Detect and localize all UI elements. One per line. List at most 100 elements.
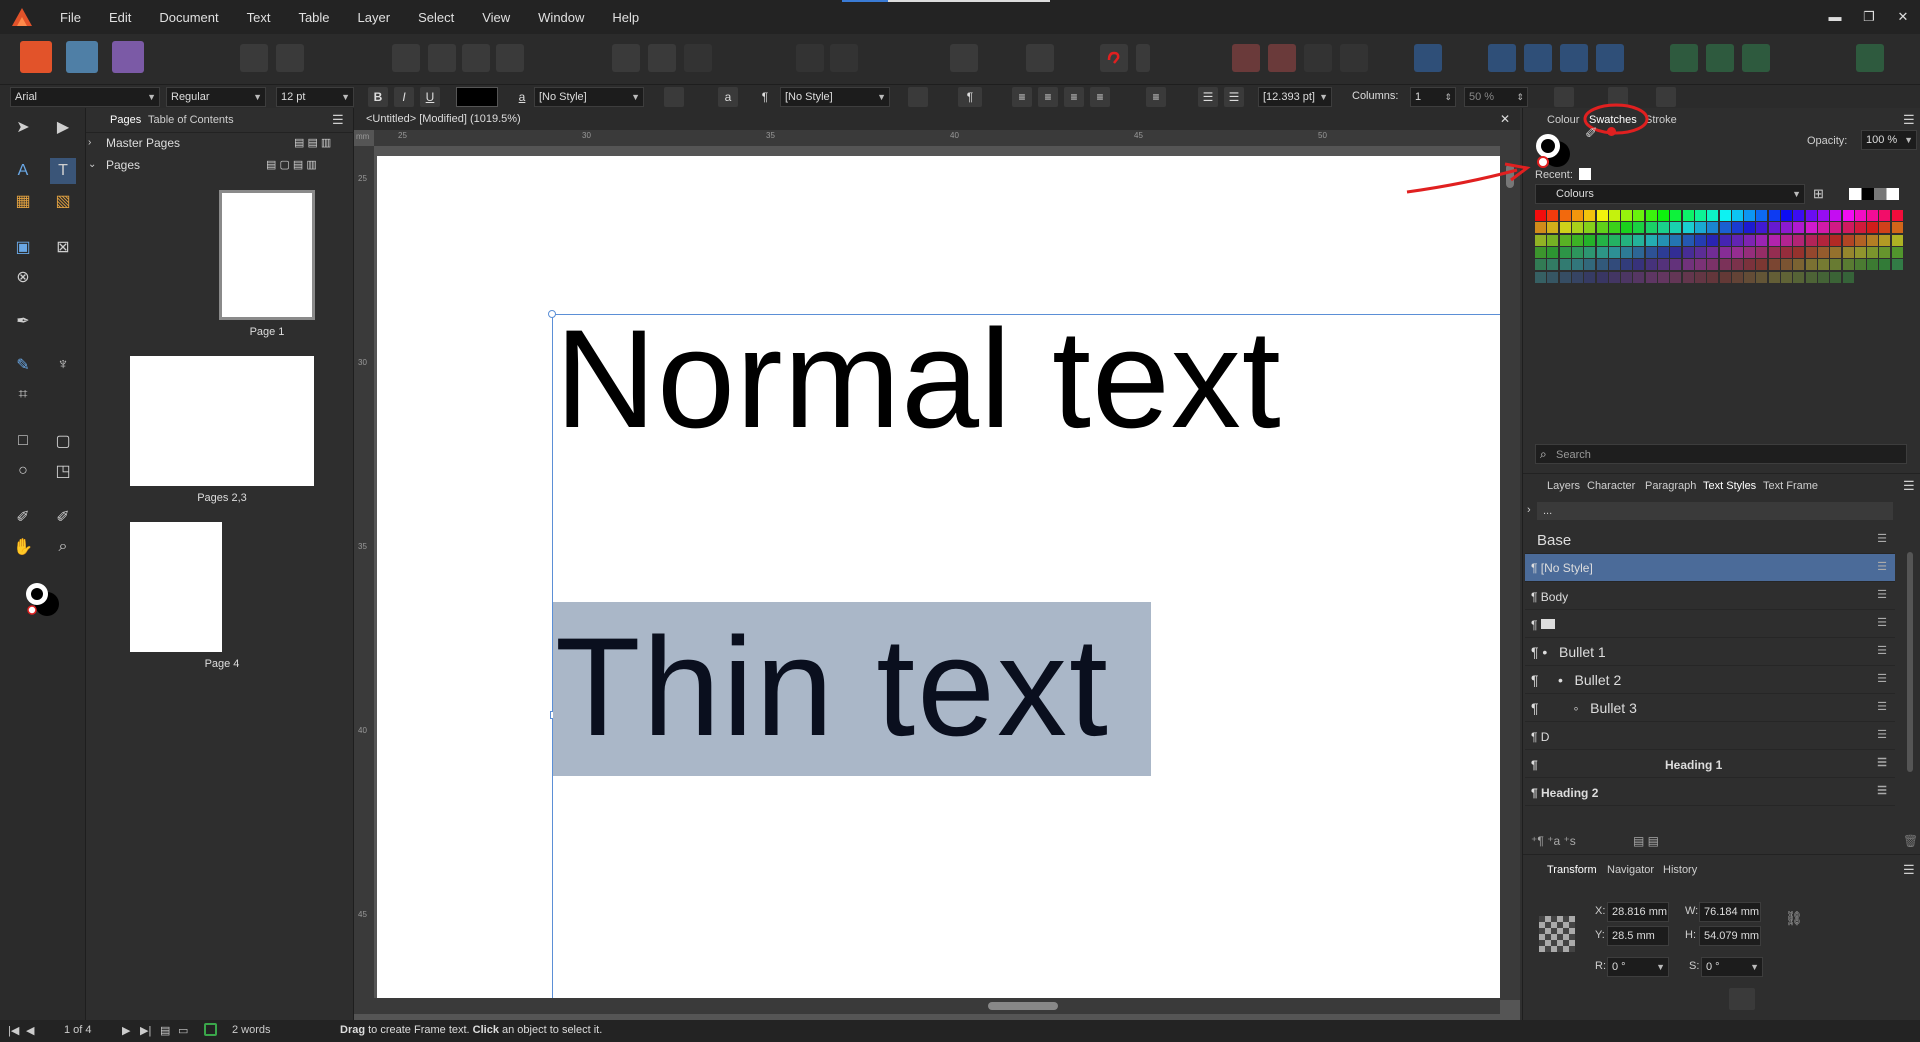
horizontal-scroll-thumb[interactable] <box>988 1002 1058 1010</box>
swatch[interactable] <box>1817 234 1829 246</box>
close-window-button[interactable]: ✕ <box>1886 0 1920 34</box>
snap-guides-icon[interactable] <box>462 44 490 72</box>
swatch[interactable] <box>1781 234 1792 246</box>
swatch[interactable] <box>1793 210 1805 221</box>
menu-window[interactable]: Window <box>524 10 598 25</box>
gutter-input[interactable]: 50 % ⇕ <box>1464 87 1528 107</box>
swatch[interactable] <box>1682 234 1694 246</box>
rotation-input[interactable]: 0 ° ▼ <box>1607 957 1669 977</box>
menu-table[interactable]: Table <box>284 10 343 25</box>
swatch[interactable] <box>1608 234 1620 246</box>
align-right-icon[interactable]: ≡ <box>1064 87 1084 107</box>
quick-swatches[interactable] <box>1849 188 1899 200</box>
swatch[interactable] <box>1584 259 1596 271</box>
swatch[interactable] <box>1817 246 1829 258</box>
tab-layers[interactable]: Layers <box>1547 480 1580 492</box>
swatch[interactable] <box>1842 246 1854 258</box>
swatch[interactable] <box>1559 234 1571 246</box>
bleed-icon[interactable] <box>684 44 712 72</box>
swatch[interactable] <box>1535 271 1546 283</box>
fill-tool-icon[interactable]: ✎ <box>10 352 36 378</box>
swatch[interactable] <box>1744 259 1756 271</box>
boolean-subtract-icon[interactable] <box>1706 44 1734 72</box>
picture-frame-tool-icon[interactable]: ▣ <box>10 234 36 260</box>
next-page-icon[interactable]: ▶ <box>122 1024 130 1037</box>
swatch[interactable] <box>1756 210 1768 221</box>
swatch[interactable] <box>1547 246 1559 258</box>
swatch[interactable] <box>1682 246 1694 258</box>
font-family-select[interactable]: Arial ▼ <box>10 87 160 107</box>
close-document-icon[interactable]: ✕ <box>1500 108 1510 130</box>
swatch[interactable] <box>1781 210 1792 221</box>
swatch[interactable] <box>1781 246 1792 258</box>
swatch[interactable] <box>1867 234 1879 246</box>
swatch[interactable] <box>1596 246 1608 258</box>
swatch[interactable] <box>1830 271 1842 283</box>
underline-button[interactable]: U <box>420 87 440 107</box>
swatch[interactable] <box>1830 259 1842 271</box>
swatch[interactable] <box>1707 210 1719 221</box>
swatch[interactable] <box>1694 271 1706 283</box>
swatch[interactable] <box>1584 246 1596 258</box>
swatch[interactable] <box>1658 234 1669 246</box>
menu-text[interactable]: Text <box>233 10 285 25</box>
arrange-forward-icon[interactable] <box>1304 44 1332 72</box>
menu-layer[interactable]: Layer <box>344 10 405 25</box>
swatch[interactable] <box>1670 234 1682 246</box>
first-page-icon[interactable]: |◀ <box>8 1024 19 1037</box>
text-frame-icon[interactable] <box>1026 44 1054 72</box>
character-style-select[interactable]: [No Style] ▼ <box>534 87 644 107</box>
clip-icon[interactable] <box>648 44 676 72</box>
rotate-left-icon[interactable] <box>1560 44 1588 72</box>
swatch[interactable] <box>1658 222 1669 234</box>
expand-icon[interactable]: › <box>88 137 91 148</box>
swatch[interactable] <box>1731 210 1743 221</box>
swatch[interactable] <box>1854 210 1866 221</box>
style-body[interactable]: ¶ Body ☰ <box>1525 582 1895 610</box>
bold-button[interactable]: B <box>368 87 388 107</box>
swatch[interactable] <box>1731 259 1743 271</box>
prev-page-icon[interactable]: ◀ <box>26 1024 34 1037</box>
swatch[interactable] <box>1621 246 1633 258</box>
swatch[interactable] <box>1682 222 1694 234</box>
swatch[interactable] <box>1744 234 1756 246</box>
swatch[interactable] <box>1768 222 1780 234</box>
swatch[interactable] <box>1719 210 1731 221</box>
swatch[interactable] <box>1584 234 1596 246</box>
swatch[interactable] <box>1645 259 1657 271</box>
swatch[interactable] <box>1571 259 1583 271</box>
swatch[interactable] <box>1621 259 1633 271</box>
menu-help[interactable]: Help <box>598 10 653 25</box>
swatch[interactable] <box>1768 246 1780 258</box>
search-field[interactable]: ⌕ Search <box>1535 444 1907 464</box>
swatch[interactable] <box>1756 271 1768 283</box>
swatch[interactable] <box>1559 271 1571 283</box>
tab-transform[interactable]: Transform <box>1547 864 1597 876</box>
swatch[interactable] <box>1596 210 1608 221</box>
swatch[interactable] <box>1608 222 1620 234</box>
menu-edit[interactable]: Edit <box>95 10 145 25</box>
swatch[interactable] <box>1559 222 1571 234</box>
style-blank[interactable]: ¶ ☰ <box>1525 610 1895 638</box>
swatch[interactable] <box>1781 222 1792 234</box>
swatch[interactable] <box>1891 234 1903 246</box>
expand-icon[interactable]: › <box>1527 504 1531 516</box>
link-icon[interactable] <box>1100 44 1128 72</box>
swatch[interactable] <box>1830 210 1842 221</box>
eyedropper-tool-icon[interactable]: ✐ <box>50 504 76 530</box>
preferences-icon[interactable] <box>240 44 268 72</box>
pages-header[interactable]: Pages <box>106 158 140 172</box>
table-tool-icon[interactable]: ▦ <box>10 188 36 214</box>
menu-select[interactable]: Select <box>404 10 468 25</box>
swatch[interactable] <box>1694 210 1706 221</box>
styles-scrollbar[interactable] <box>1907 552 1913 772</box>
panel-menu-icon[interactable]: ☰ <box>1903 478 1915 494</box>
pin-tool-icon[interactable]: ▧ <box>50 188 76 214</box>
style-bullet-1[interactable]: ¶ • Bullet 1 ☰ <box>1525 638 1895 666</box>
swatch[interactable] <box>1744 271 1756 283</box>
swatch[interactable] <box>1879 234 1891 246</box>
color-picker-tool-icon[interactable]: ✐ <box>10 504 36 530</box>
swatch[interactable] <box>1891 210 1903 221</box>
swatch[interactable] <box>1535 210 1546 221</box>
swatch[interactable] <box>1633 210 1645 221</box>
